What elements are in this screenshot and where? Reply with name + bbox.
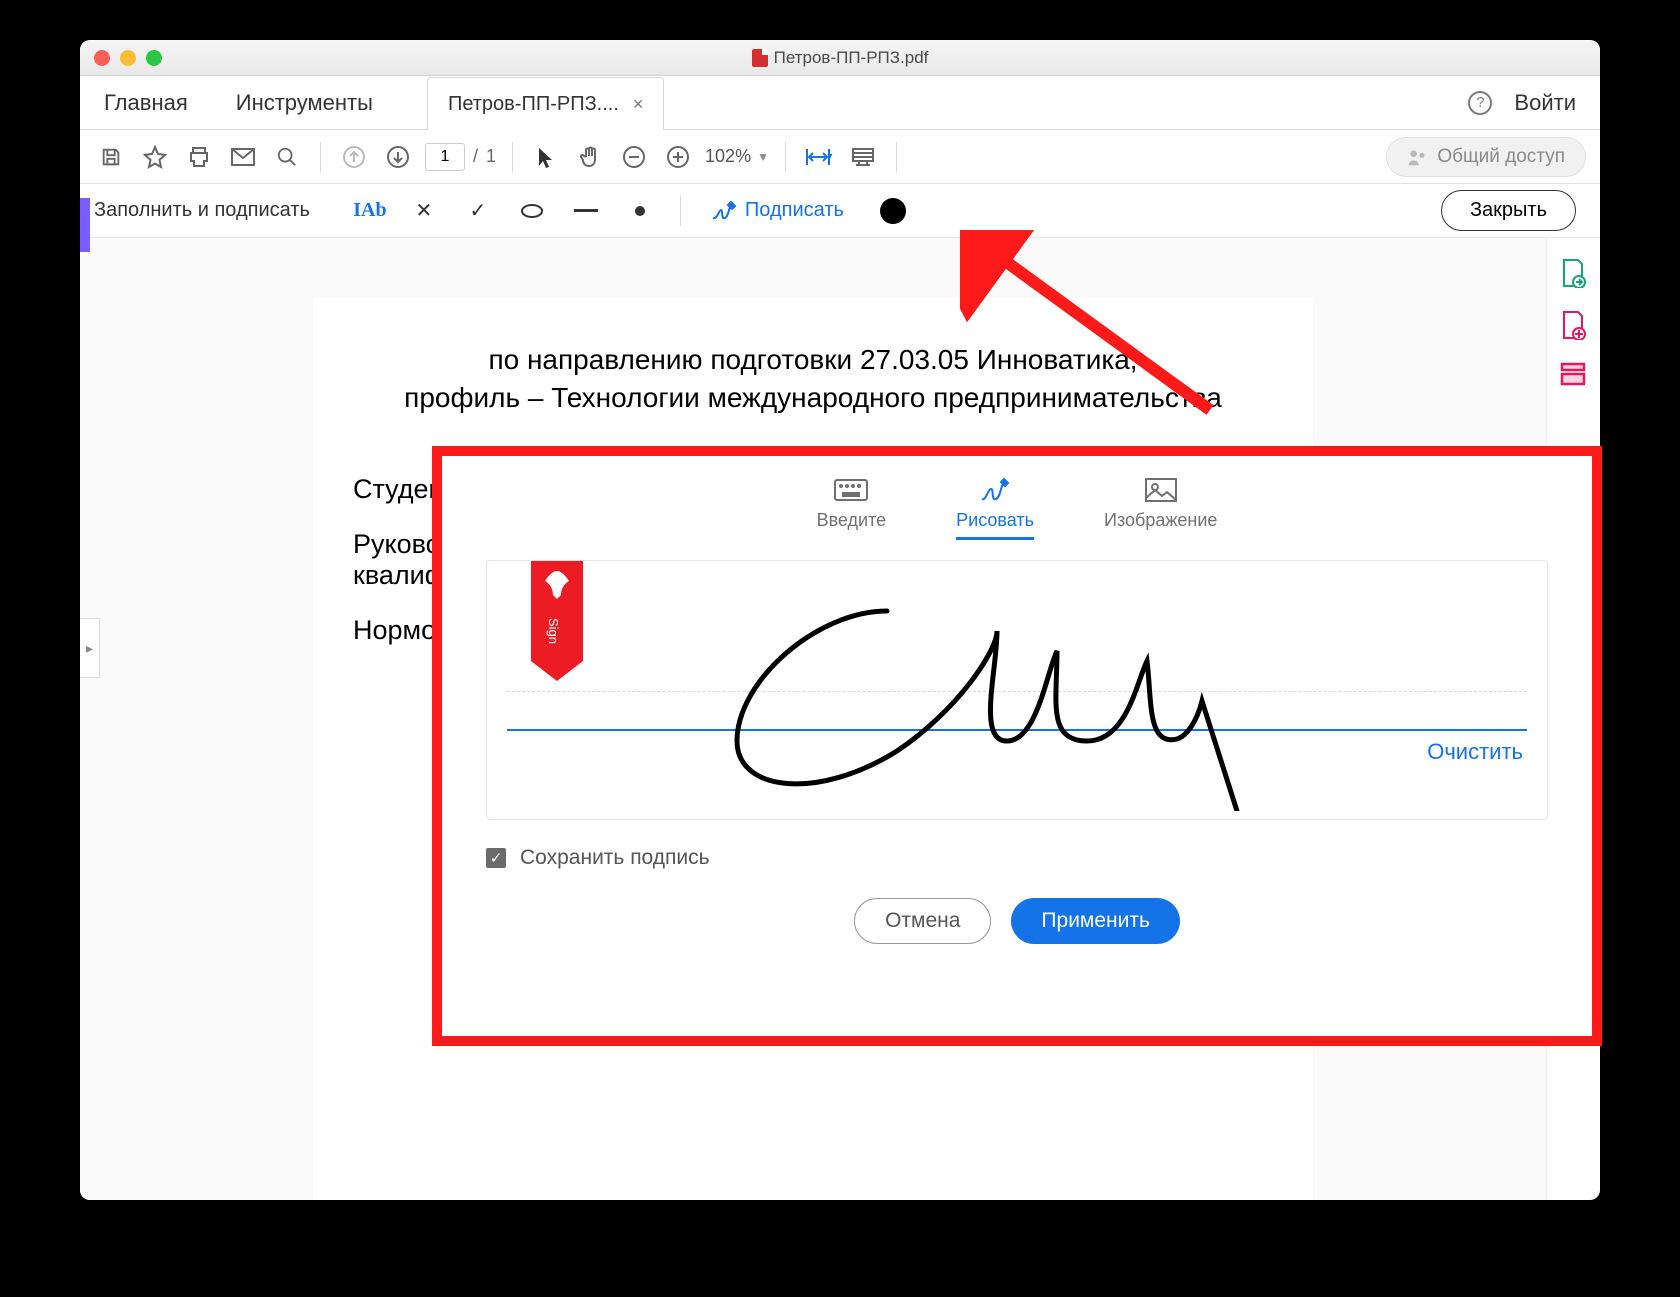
clear-signature-link[interactable]: Очистить <box>1427 739 1523 765</box>
page-total: 1 <box>486 146 496 167</box>
signature-tab-image[interactable]: Изображение <box>1104 474 1217 540</box>
login-link[interactable]: Войти <box>1514 90 1576 116</box>
zoom-in-icon[interactable] <box>661 140 695 174</box>
help-icon[interactable]: ? <box>1468 91 1492 115</box>
signature-tab-draw[interactable]: Рисовать <box>956 474 1034 540</box>
pen-draw-icon <box>956 474 1034 506</box>
page-current-input[interactable] <box>425 143 465 171</box>
zoom-value: 102% <box>705 146 751 167</box>
circle-tool-icon[interactable] <box>512 191 552 231</box>
caret-down-icon: ▼ <box>757 150 769 164</box>
export-pdf-icon[interactable] <box>1560 258 1588 286</box>
drawn-signature <box>677 571 1297 811</box>
share-label: Общий доступ <box>1437 146 1565 168</box>
page-down-icon[interactable] <box>381 140 415 174</box>
pdf-file-icon <box>752 49 768 67</box>
signature-canvas[interactable]: Sign Очистить <box>486 560 1548 820</box>
page-up-icon[interactable] <box>337 140 371 174</box>
create-pdf-icon[interactable] <box>1560 310 1588 338</box>
check-tool-icon[interactable]: ✓ <box>458 191 498 231</box>
save-signature-label: Сохранить подпись <box>520 846 710 870</box>
mail-icon[interactable] <box>226 140 260 174</box>
adobe-sign-bookmark: Sign <box>531 561 583 681</box>
apply-button[interactable]: Применить <box>1011 898 1180 944</box>
edit-pdf-icon[interactable] <box>1560 362 1588 390</box>
x-mark-tool-icon[interactable]: ✕ <box>404 191 444 231</box>
zoom-dropdown[interactable]: 102% ▼ <box>705 146 769 167</box>
print-icon[interactable] <box>182 140 216 174</box>
tab-home[interactable]: Главная <box>80 76 212 129</box>
select-tool-icon[interactable] <box>529 140 563 174</box>
main-toolbar: / 1 102% ▼ ▾ Общий доступ <box>80 130 1600 184</box>
close-toolbar-button[interactable]: Закрыть <box>1441 190 1576 231</box>
save-icon[interactable] <box>94 140 128 174</box>
page-separator: / <box>473 146 478 167</box>
fill-sign-toolbar: Заполнить и подписать IAb ✕ ✓ Подписать … <box>80 184 1600 238</box>
fill-sign-title: Заполнить и подписать <box>94 199 310 222</box>
image-icon <box>1104 474 1217 506</box>
fill-sign-indicator <box>80 198 90 252</box>
left-panel-toggle[interactable]: ▸ <box>80 618 100 678</box>
fit-width-icon[interactable]: ▾ <box>802 140 836 174</box>
dot-tool-icon[interactable] <box>620 191 660 231</box>
svg-text:Sign: Sign <box>546 618 561 644</box>
keyboard-icon <box>817 474 887 506</box>
text-tool-icon[interactable]: IAb <box>350 191 390 231</box>
save-signature-checkbox[interactable]: ✓ <box>486 848 506 868</box>
tab-label: Рисовать <box>956 510 1034 531</box>
search-icon[interactable] <box>270 140 304 174</box>
star-icon[interactable] <box>138 140 172 174</box>
doc-line: по направлению подготовки 27.03.05 Иннов… <box>353 344 1273 376</box>
share-button[interactable]: Общий доступ <box>1386 137 1586 177</box>
window-title: Петров-ПП-РПЗ.pdf <box>774 48 929 68</box>
tab-label: Изображение <box>1104 510 1217 531</box>
title-bar: Петров-ПП-РПЗ.pdf <box>80 40 1600 76</box>
top-nav: Главная Инструменты Петров-ПП-РПЗ.... × … <box>80 76 1600 130</box>
zoom-out-icon[interactable] <box>617 140 651 174</box>
signature-modal: Введите Рисовать Изображение Sign <box>432 446 1602 1046</box>
tab-document[interactable]: Петров-ПП-РПЗ.... × <box>427 77 664 130</box>
color-picker-dot[interactable] <box>880 198 906 224</box>
tab-document-label: Петров-ПП-РПЗ.... <box>448 93 619 116</box>
line-tool-icon[interactable] <box>566 191 606 231</box>
tab-label: Введите <box>817 510 887 531</box>
tab-close-icon[interactable]: × <box>633 94 644 115</box>
cancel-button[interactable]: Отмена <box>854 898 991 944</box>
tab-tools[interactable]: Инструменты <box>212 76 397 129</box>
signature-tab-type[interactable]: Введите <box>817 474 887 540</box>
sign-button[interactable]: Подписать <box>711 199 844 222</box>
hand-tool-icon[interactable] <box>573 140 607 174</box>
sign-label: Подписать <box>745 199 844 222</box>
page-display-icon[interactable] <box>846 140 880 174</box>
doc-line: профиль – Технологии международного пред… <box>353 382 1273 414</box>
